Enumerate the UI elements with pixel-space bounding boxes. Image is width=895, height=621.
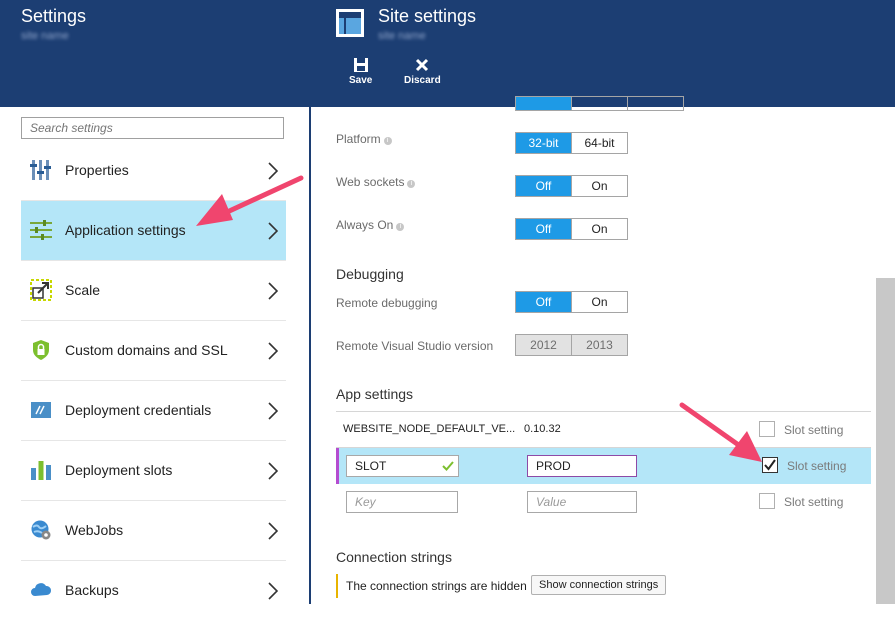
slot-setting-label: Slot setting — [784, 495, 844, 509]
nav-item-label: Custom domains and SSL — [65, 342, 228, 358]
chevron-right-icon — [268, 402, 278, 420]
debugging-heading: Debugging — [336, 266, 404, 282]
chevron-right-icon — [268, 522, 278, 540]
slots-icon — [31, 461, 51, 480]
nav-item-label: Properties — [65, 162, 129, 178]
properties-icon — [30, 160, 51, 180]
nav-item-label: WebJobs — [65, 522, 124, 538]
notice-text: The connection strings are hidden — [346, 579, 527, 593]
nav-item-label: Backups — [65, 582, 119, 598]
remote-debugging-toggle[interactable]: Off On — [515, 291, 628, 313]
app-setting-key-input[interactable]: SLOT — [346, 455, 459, 477]
info-icon[interactable]: i — [383, 137, 392, 145]
discard-label: Discard — [404, 75, 441, 86]
nav-item-custom-domains-ssl[interactable]: Custom domains and SSL — [21, 321, 286, 381]
vs-2013-option: 2013 — [571, 335, 627, 355]
remote-vs-version-label: Remote Visual Studio version — [336, 339, 494, 353]
site-settings-blade: Site settings site name Save Discard Pla… — [311, 0, 895, 604]
nav-item-label: Deployment credentials — [65, 402, 212, 418]
always-on-on-option[interactable]: On — [571, 219, 627, 239]
always-on-off-option[interactable]: Off — [516, 219, 571, 239]
scale-icon — [30, 279, 52, 301]
app-setting-new-value-input[interactable]: Value — [527, 491, 637, 513]
credentials-icon — [31, 402, 51, 418]
discard-icon — [416, 58, 429, 72]
app-setting-row[interactable]: WEBSITE_NODE_DEFAULT_VE... 0.10.32 Slot … — [336, 412, 871, 448]
nav-item-deployment-slots[interactable]: Deployment slots — [21, 441, 286, 501]
webjobs-icon — [31, 520, 51, 540]
checkmark-icon — [764, 459, 776, 471]
slot-setting-checkbox[interactable] — [759, 421, 775, 437]
save-label: Save — [349, 75, 373, 86]
app-setting-value: 0.10.32 — [524, 423, 561, 435]
nav-item-webjobs[interactable]: WebJobs — [21, 501, 286, 561]
cloud-icon — [31, 583, 52, 596]
remote-vs-version-toggle: 2012 2013 — [515, 334, 628, 356]
nav-item-application-settings[interactable]: Application settings — [21, 201, 286, 261]
check-icon — [442, 461, 454, 471]
show-connection-strings-button[interactable]: Show connection strings — [531, 575, 667, 595]
remote-debugging-label: Remote debugging — [336, 296, 438, 310]
nav-item-deployment-credentials[interactable]: Deployment credentials — [21, 381, 286, 441]
chevron-right-icon — [268, 582, 278, 600]
info-icon[interactable]: i — [407, 180, 416, 188]
always-on-label: Always On i — [336, 218, 405, 232]
nav-item-backups[interactable]: Backups — [21, 561, 286, 621]
platform-64bit-option[interactable]: 64-bit — [571, 133, 627, 153]
save-button[interactable]: Save — [349, 57, 372, 86]
connection-strings-heading: Connection strings — [336, 549, 452, 565]
slot-setting-checkbox[interactable] — [762, 457, 778, 473]
chevron-right-icon — [268, 462, 278, 480]
app-settings-heading: App settings — [336, 386, 414, 402]
web-sockets-off-option[interactable]: Off — [516, 176, 571, 196]
slot-setting-label: Slot setting — [784, 423, 844, 437]
discard-button[interactable]: Discard — [404, 57, 441, 86]
nav-item-label: Scale — [65, 282, 101, 298]
vs-2012-option: 2012 — [516, 335, 571, 355]
remote-debugging-off-option[interactable]: Off — [516, 292, 571, 312]
remote-debugging-on-option[interactable]: On — [571, 292, 627, 312]
scrolled-toggle[interactable] — [515, 96, 684, 111]
connection-strings-notice: The connection strings are hidden Show c… — [336, 574, 678, 598]
app-setting-value-input[interactable]: PROD — [527, 455, 637, 477]
web-sockets-label: Web sockets i — [336, 175, 416, 189]
platform-label: Platform i — [336, 132, 392, 146]
save-icon — [353, 58, 368, 72]
web-sockets-on-option[interactable]: On — [571, 176, 627, 196]
app-setting-row-selected[interactable]: SLOT PROD Slot setting — [336, 448, 871, 484]
chevron-right-icon — [268, 162, 278, 180]
app-setting-new-key-input[interactable]: Key — [346, 491, 458, 513]
settings-blade-title: Settings — [21, 6, 87, 26]
nav-item-properties[interactable]: Properties — [21, 141, 286, 201]
nav-item-label: Deployment slots — [65, 462, 173, 478]
web-sockets-toggle[interactable]: Off On — [515, 175, 628, 197]
site-settings-subtitle: site name — [378, 30, 426, 42]
site-settings-title: Site settings — [378, 6, 477, 26]
nav-item-scale[interactable]: Scale — [21, 261, 286, 321]
settings-blade-subtitle: site name — [21, 30, 69, 42]
always-on-toggle[interactable]: Off On — [515, 218, 628, 240]
info-icon[interactable]: i — [396, 223, 405, 231]
app-setting-key: WEBSITE_NODE_DEFAULT_VE... — [343, 423, 516, 435]
site-settings-icon — [336, 9, 364, 37]
settings-blade-header: Settings site name — [0, 0, 309, 107]
settings-blade: Settings site name Properties Applicatio… — [0, 0, 309, 604]
slot-setting-label: Slot setting — [787, 459, 847, 473]
platform-toggle[interactable]: 32-bit 64-bit — [515, 132, 628, 154]
slot-setting-checkbox[interactable] — [759, 493, 775, 509]
chevron-right-icon — [268, 342, 278, 360]
search-settings-input[interactable] — [21, 117, 284, 139]
chevron-right-icon — [268, 282, 278, 300]
shield-lock-icon — [33, 340, 49, 360]
site-settings-header: Site settings site name Save Discard — [311, 0, 895, 107]
nav-item-label: Application settings — [65, 222, 186, 238]
app-setting-new-row[interactable]: Key Value Slot setting — [336, 484, 871, 520]
platform-32bit-option[interactable]: 32-bit — [516, 133, 571, 153]
chevron-right-icon — [268, 222, 278, 240]
sliders-icon — [30, 220, 52, 240]
scrollbar[interactable] — [876, 278, 895, 604]
